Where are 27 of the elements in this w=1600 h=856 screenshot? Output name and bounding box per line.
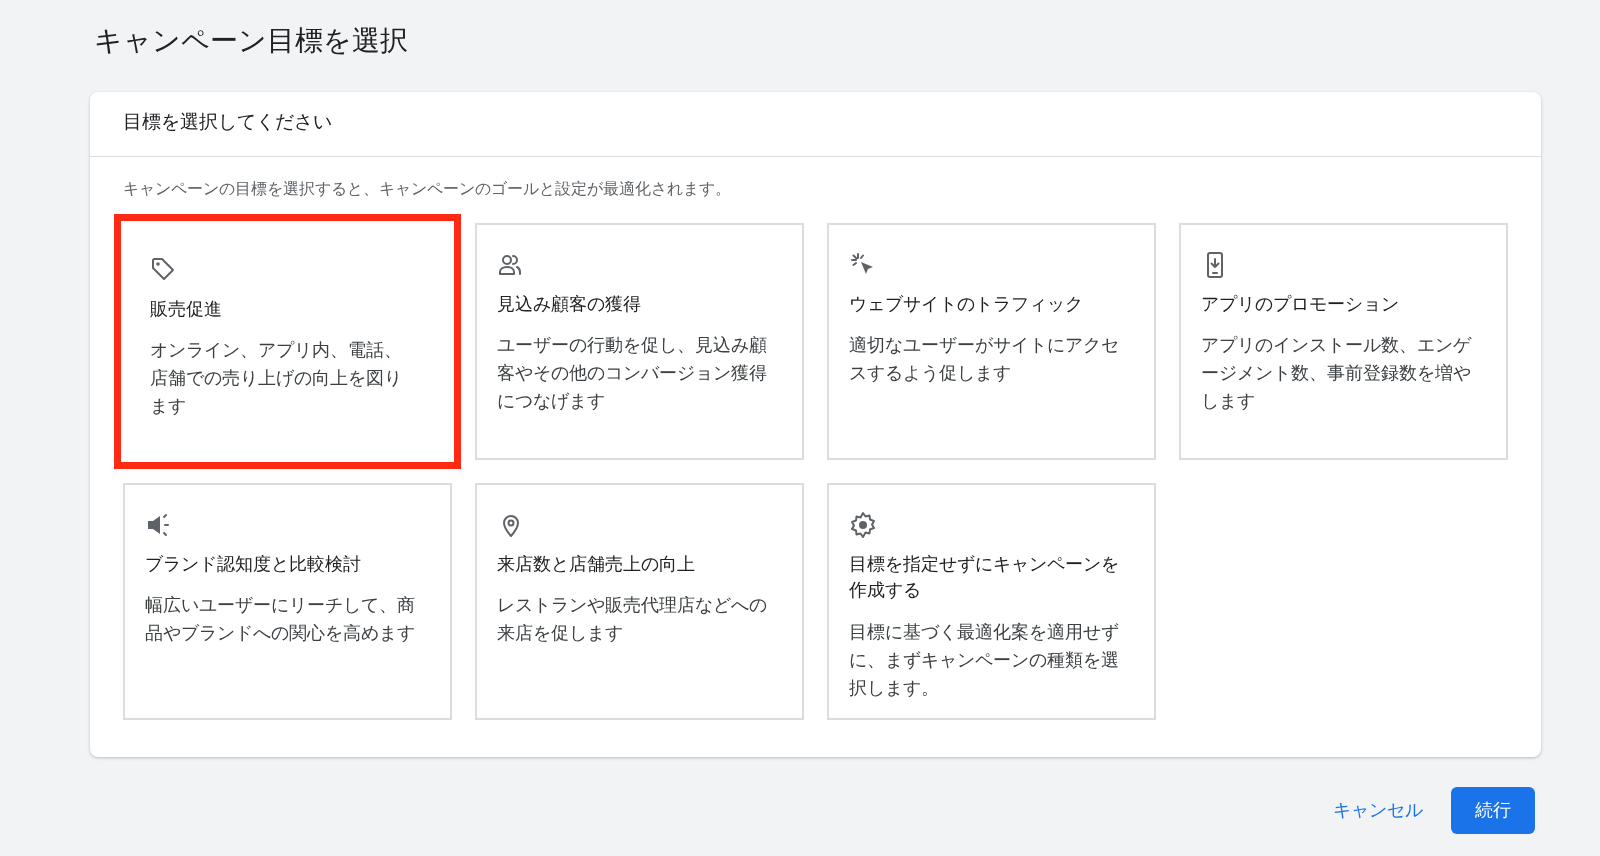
goal-title: 販売促進: [150, 298, 223, 322]
goal-title: アプリのプロモーション: [1201, 293, 1400, 317]
page-title: キャンペーン目標を選択: [94, 24, 409, 58]
goal-option[interactable]: 販売促進 オンライン、アプリ内、電話、店舗での売り上げの向上を図ります: [114, 214, 461, 470]
goal-title: ウェブサイトのトラフィック: [849, 293, 1084, 317]
panel-heading: 目標を選択してください: [90, 92, 1541, 158]
goal-option[interactable]: 目標を指定せずにキャンペーンを作成する 目標に基づく最適化案を適用せずに、まずキャンペーンの種類を選択します。: [827, 483, 1156, 721]
goal-description: ユーザーの行動を促し、見込み顧客やその他のコンバージョン獲得につなげます: [497, 334, 768, 414]
goal-option[interactable]: 見込み顧客の獲得 ユーザーの行動を促し、見込み顧客やその他のコンバージョン獲得につなげます: [475, 223, 804, 461]
goal-title: ブランド認知度と比較検討: [145, 553, 362, 577]
panel-description: キャンペーンの目標を選択すると、キャンペーンのゴールと設定が最適化されます。: [122, 179, 732, 200]
goal-option[interactable]: ブランド認知度と比較検討 幅広いユーザーにリーチして、商品やブランドへの関心を高めます: [123, 483, 452, 721]
goal-option[interactable]: 来店数と店舗売上の向上 レストランや販売代理店などへの来店を促します: [475, 483, 804, 721]
goal-title: 目標を指定せずにキャンペーンを作成する: [849, 553, 1120, 603]
continue-button[interactable]: 続行: [1451, 787, 1535, 835]
goal-option[interactable]: ウェブサイトのトラフィック 適切なユーザーがサイトにアクセスするよう促します: [827, 223, 1156, 461]
gear-icon: [849, 511, 877, 540]
goal-description: 幅広いユーザーにリーチして、商品やブランドへの関心を高めます: [145, 594, 416, 646]
goal-description: 目標に基づく最適化案を適用せずに、まずキャンペーンの種類を選択します。: [849, 620, 1120, 700]
goal-option[interactable]: アプリのプロモーション アプリのインストール数、エンゲージメント数、事前登録数を増やします: [1179, 223, 1508, 461]
goal-description: アプリのインストール数、エンゲージメント数、事前登録数を増やします: [1201, 334, 1473, 414]
goal-title: 見込み顧客の獲得: [497, 293, 642, 317]
goal-description: オンライン、アプリ内、電話、店舗での売り上げの向上を図ります: [150, 339, 403, 419]
goal-description: レストランや販売代理店などへの来店を促します: [497, 594, 768, 646]
cancel-button[interactable]: キャンセル: [1327, 796, 1429, 826]
goal-title: 来店数と店舗売上の向上: [497, 553, 696, 577]
goal-description: 適切なユーザーがサイトにアクセスするよう促します: [849, 334, 1120, 386]
